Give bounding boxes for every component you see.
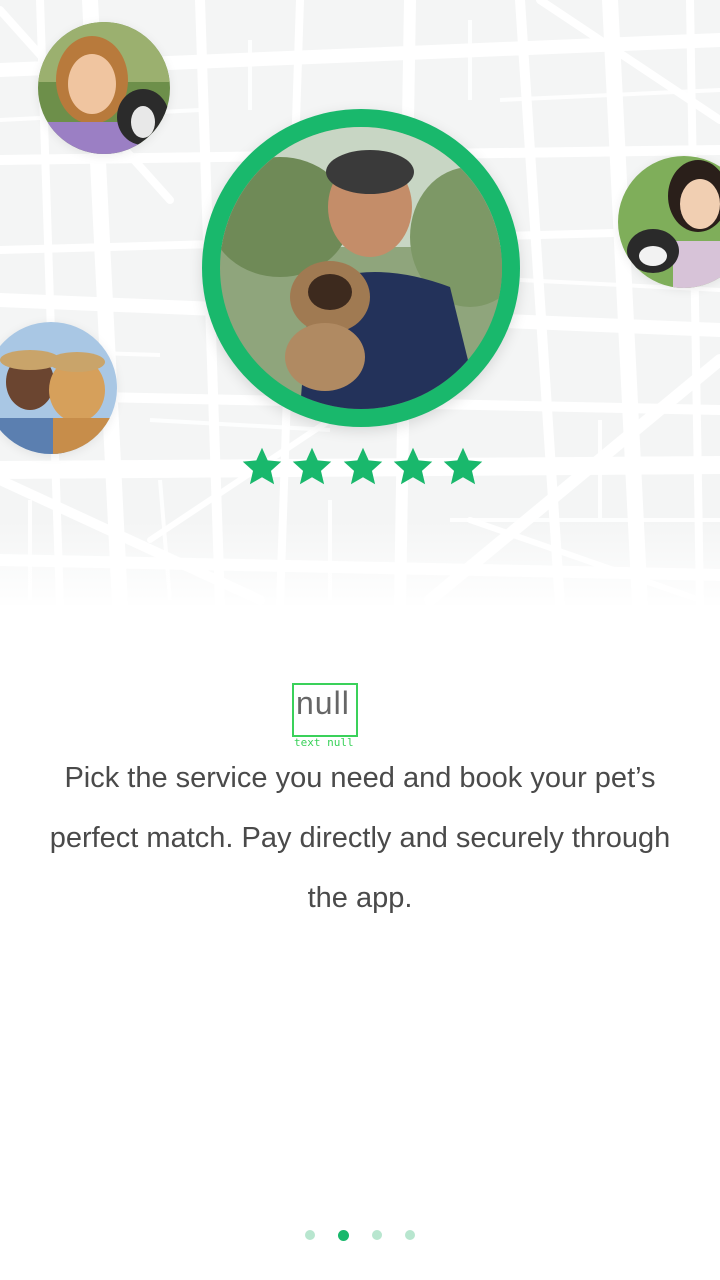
star-icon — [443, 447, 483, 485]
onboarding-description: Pick the service you need and book your … — [49, 762, 671, 914]
star-icon — [343, 447, 382, 485]
page-dot-1[interactable] — [305, 1230, 315, 1240]
star-icon — [293, 447, 332, 485]
page-dot-2-active[interactable] — [338, 1229, 349, 1241]
page-dot-3[interactable] — [372, 1230, 382, 1240]
page-dot-4[interactable] — [405, 1230, 415, 1240]
hero-fade — [0, 520, 720, 605]
onboarding-title: null — [296, 685, 350, 721]
star-icon — [242, 447, 282, 485]
rating-stars — [240, 445, 485, 491]
profile-avatar-top-left — [38, 22, 170, 154]
star-icon — [393, 447, 432, 485]
page-indicator — [305, 1228, 415, 1242]
main-profile-ring — [202, 109, 520, 427]
onboarding-title-box: null — [292, 683, 358, 737]
main-profile-photo — [220, 127, 502, 409]
hero-illustration — [0, 0, 720, 605]
